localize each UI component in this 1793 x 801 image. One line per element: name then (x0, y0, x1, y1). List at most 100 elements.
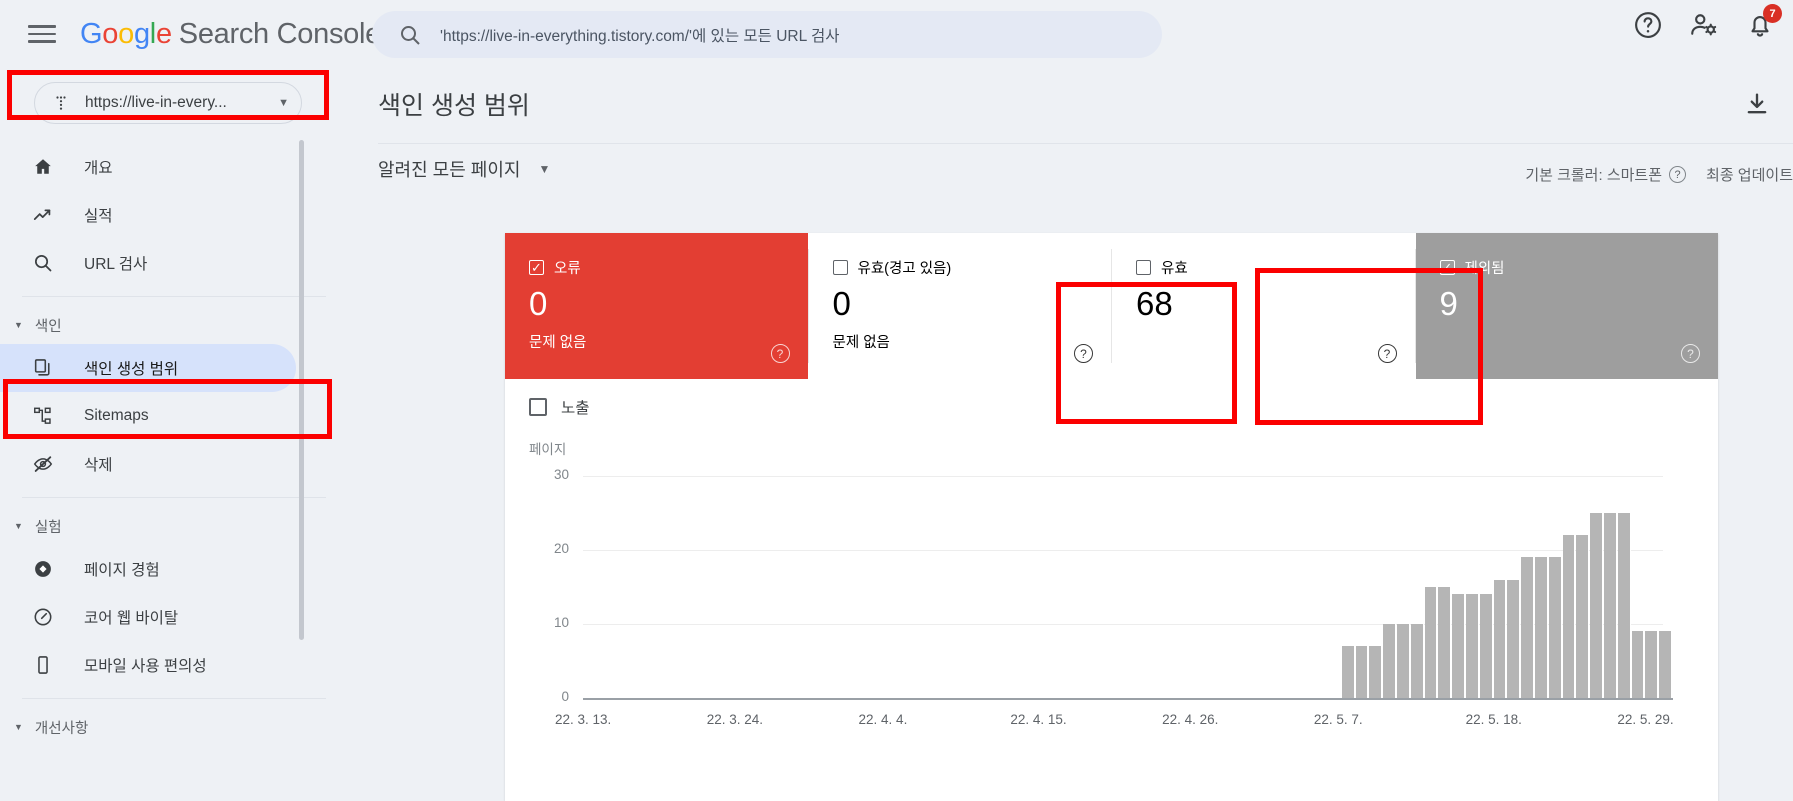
chart-bar[interactable] (1397, 624, 1410, 698)
sidebar-divider (22, 497, 326, 498)
sidebar-divider (22, 698, 326, 699)
chevron-down-icon: ▼ (278, 97, 289, 109)
chart-bar[interactable] (1521, 557, 1535, 698)
caret-down-icon: ▼ (14, 722, 23, 732)
sidebar-item-removals[interactable]: 삭제 (0, 440, 350, 488)
chart-y-axis-title: 페이지 (529, 442, 567, 457)
sidebar-item-overview[interactable]: 개요 (0, 143, 350, 191)
chart-bar[interactable] (1424, 587, 1438, 698)
sidebar-item-url-inspection[interactable]: URL 검사 (0, 239, 350, 287)
sidebar-item-core-web-vitals[interactable]: 코어 웹 바이탈 (0, 593, 350, 641)
chart-bar[interactable] (1410, 624, 1424, 698)
chart-bar[interactable] (1535, 557, 1548, 698)
chart-bar[interactable] (1355, 646, 1369, 698)
chart-x-tick-label: 22. 5. 7. (1313, 712, 1363, 727)
tile-error[interactable]: ✓ 오류 0 문제 없음 ? (505, 233, 808, 379)
sidebar-group-label: 색인 (34, 318, 62, 335)
notification-badge: 7 (1763, 4, 1782, 23)
chart-bar[interactable] (1617, 513, 1631, 698)
sidebar-item-label: 실적 (84, 208, 113, 225)
tile-excluded[interactable]: ✓ 제외됨 9 ? (1415, 233, 1718, 379)
help-icon[interactable]: ? (1074, 344, 1093, 363)
sitemap-icon (30, 403, 56, 429)
chart-bar[interactable] (1466, 594, 1479, 698)
sidebar-group-experience[interactable]: ▼ 실험 (0, 507, 350, 545)
sidebar-item-sitemaps[interactable]: Sitemaps (0, 392, 350, 440)
sidebar-group-index[interactable]: ▼ 색인 (0, 306, 350, 344)
main-content: 색인 생성 범위 알려진 모든 페이지 ▼ 기본 크롤러: 스마트폰 ? 최종 … (350, 68, 1793, 801)
account-settings-icon[interactable] (1689, 10, 1719, 40)
eye-off-icon (30, 451, 56, 477)
sidebar-item-label: 페이지 경험 (84, 562, 160, 579)
tile-valid[interactable]: 유효 68 ? (1112, 233, 1415, 379)
chart-x-tick-label: 22. 4. 15. (1010, 712, 1067, 727)
chart-bar[interactable] (1507, 579, 1521, 698)
chart-y-tick-label: 0 (561, 689, 569, 704)
chart-bar[interactable] (1631, 631, 1645, 698)
chart-bar[interactable] (1659, 631, 1673, 698)
chart-bar[interactable] (1562, 535, 1576, 698)
tile-value: 9 (1439, 285, 1458, 322)
notifications-icon[interactable]: 7 (1745, 4, 1782, 40)
speedometer-icon (30, 604, 56, 630)
chart-x-tick-label: 22. 4. 4. (858, 712, 908, 727)
help-icon[interactable] (1633, 10, 1663, 40)
chart-bar[interactable] (1438, 587, 1452, 698)
property-selector[interactable]: https://live-in-every... ▼ (34, 82, 302, 124)
brand-suffix: Search Console (178, 17, 381, 50)
tile-checkbox[interactable] (1136, 260, 1151, 275)
chart-bar[interactable] (1645, 631, 1659, 698)
chart-y-tick-label: 30 (553, 467, 569, 482)
help-icon[interactable]: ? (770, 344, 790, 363)
tile-value: 68 (1136, 285, 1173, 322)
download-icon[interactable] (1743, 90, 1771, 118)
help-icon[interactable]: ? (1669, 166, 1687, 183)
help-icon[interactable]: ? (1377, 344, 1397, 363)
sidebar-scrollbar[interactable] (299, 140, 304, 640)
sidebar-nav: 개요 실적 URL 검사 ▼ 색인 색인 생성 범위 Sitemaps 삭제 ▼… (0, 143, 350, 746)
impressions-checkbox[interactable] (529, 398, 547, 416)
hamburger-icon[interactable] (28, 22, 56, 46)
page-experience-icon (30, 556, 56, 582)
chart-bar[interactable] (1590, 513, 1604, 698)
crawler-label: 기본 크롤러: 스마트폰 (1525, 167, 1663, 184)
chart-bar[interactable] (1369, 646, 1383, 698)
sidebar-group-label: 실험 (34, 519, 62, 536)
home-icon (30, 154, 56, 180)
chart-bar[interactable] (1383, 624, 1397, 698)
sidebar-group-label: 개선사항 (34, 720, 89, 737)
chart-x-tick-label: 22. 5. 18. (1465, 712, 1522, 727)
impressions-toggle[interactable]: 노출 (529, 396, 590, 418)
tile-checkbox[interactable] (832, 260, 848, 275)
chart-bar[interactable] (1604, 513, 1617, 698)
sidebar-item-label: 삭제 (84, 457, 113, 474)
sidebar-item-coverage[interactable]: 색인 생성 범위 (0, 344, 296, 392)
sidebar-item-mobile-usability[interactable]: 모바일 사용 편의성 (0, 641, 350, 689)
tile-header: 유효(경고 있음) (832, 257, 1094, 278)
sidebar-item-performance[interactable]: 실적 (0, 191, 350, 239)
search-input-value: 'https://live-in-everything.tistory.com/… (440, 27, 840, 45)
chart-bar[interactable] (1493, 579, 1507, 698)
tile-checkbox[interactable]: ✓ (1439, 260, 1455, 275)
search-input[interactable]: 'https://live-in-everything.tistory.com/… (372, 11, 1162, 58)
tile-checkbox[interactable]: ✓ (529, 260, 544, 275)
sidebar-group-enhancements[interactable]: ▼ 개선사항 (0, 708, 350, 746)
chart-x-tick-label: 22. 3. 24. (706, 712, 764, 727)
page-filter-label: 알려진 모든 페이지 (378, 160, 521, 180)
help-icon[interactable]: ? (1681, 344, 1700, 363)
chart-y-tick-label: 20 (553, 541, 569, 556)
caret-down-icon: ▼ (14, 521, 23, 531)
chart-bar[interactable] (1576, 535, 1590, 698)
chart-bar[interactable] (1479, 594, 1493, 698)
chart-x-tick-label: 22. 3. 13. (555, 712, 612, 727)
sidebar-item-page-experience[interactable]: 페이지 경험 (0, 545, 350, 593)
chart-bar[interactable] (1452, 594, 1466, 698)
property-selector-label: https://live-in-every... (85, 94, 227, 111)
filter-row: 알려진 모든 페이지 ▼ 기본 크롤러: 스마트폰 ? 최종 업데이트 (378, 156, 1793, 204)
tile-valid-with-warnings[interactable]: 유효(경고 있음) 0 문제 없음 ? (809, 233, 1112, 379)
chart-bar[interactable] (1548, 557, 1562, 698)
header-divider (378, 143, 1793, 144)
chart-bars (583, 476, 1673, 698)
chart-x-tick-label: 22. 5. 29. (1617, 712, 1674, 727)
chart-bar[interactable] (1341, 646, 1355, 698)
